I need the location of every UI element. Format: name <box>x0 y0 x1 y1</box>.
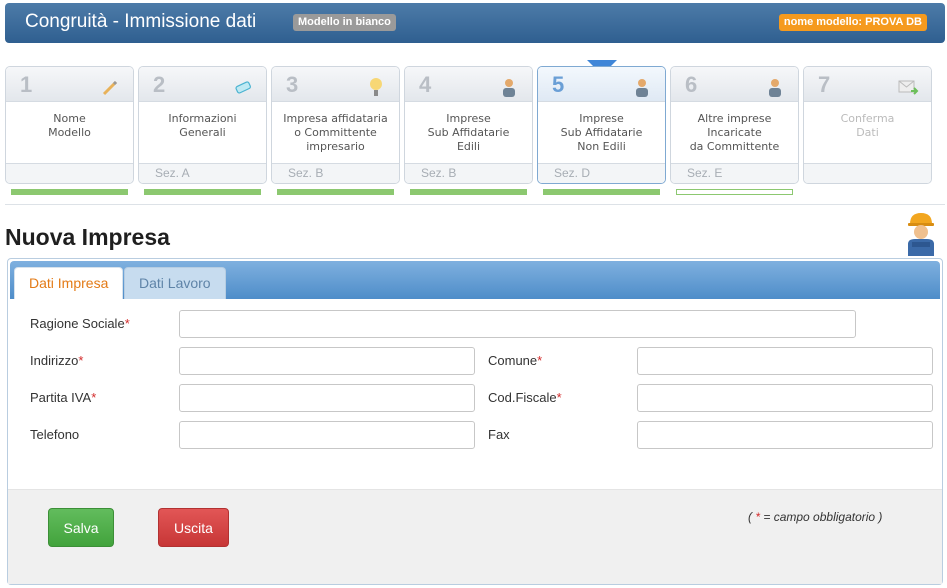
step-section: Sez. A <box>139 163 266 183</box>
page-title: Congruità - Immissione dati <box>25 11 257 32</box>
app-header: Congruità - Immissione dati Modello in b… <box>5 3 945 43</box>
step-1-progress-bar <box>11 189 128 195</box>
step-section <box>6 163 133 183</box>
step-7-conferma-dati[interactable]: 7 Conferma Dati <box>803 66 932 184</box>
step-5-sub-affidatarie-non-edili[interactable]: 5 Imprese Sub Affidatarie Non Edili Sez.… <box>537 66 666 184</box>
step-section: Sez. E <box>671 163 798 183</box>
envelope-arrow-icon <box>898 80 919 95</box>
step-label: Impresa affidataria o Committente impres… <box>283 112 388 153</box>
step-number: 5 <box>552 72 565 97</box>
save-button[interactable]: Salva <box>48 508 114 547</box>
telefono-label: Telefono <box>30 427 80 442</box>
indirizzo-input[interactable] <box>179 347 475 375</box>
form-panel: Dati Impresa Dati Lavoro Ragione Sociale… <box>7 258 943 585</box>
step-6-altre-imprese[interactable]: 6 Altre imprese Incaricate da Committent… <box>670 66 799 184</box>
step-label: Imprese Sub Affidatarie Edili <box>427 112 510 153</box>
ragione-sociale-label: Ragione Sociale* <box>30 316 130 331</box>
fax-label: Fax <box>488 427 510 442</box>
exit-button[interactable]: Uscita <box>158 508 229 547</box>
cod-fiscale-input[interactable] <box>637 384 933 412</box>
pencil-icon <box>102 80 118 96</box>
eraser-icon <box>235 81 251 94</box>
model-name-badge: nome modello: PROVA DB <box>778 14 927 31</box>
step-label: Imprese Sub Affidatarie Non Edili <box>560 112 643 153</box>
step-number: 6 <box>685 72 698 97</box>
step-section: Sez. D <box>538 163 665 183</box>
step-1-nome-modello[interactable]: 1 Nome Modello <box>5 66 134 184</box>
step-number: 2 <box>153 72 166 97</box>
step-number: 3 <box>286 72 299 97</box>
worker-icon <box>503 79 515 97</box>
step-number: 7 <box>818 72 831 97</box>
step-label: Altre imprese Incaricate da Committente <box>689 112 780 153</box>
form-footer: Salva Uscita ( * = campo obbligatorio ) <box>8 489 942 584</box>
step-2-progress-bar <box>144 189 261 195</box>
fax-input[interactable] <box>637 421 933 449</box>
comune-label: Comune* <box>488 353 543 368</box>
tab-dati-impresa[interactable]: Dati Impresa <box>14 267 124 299</box>
bulb-icon <box>370 78 382 96</box>
blank-model-badge: Modello in bianco <box>293 14 396 31</box>
worker-icon <box>636 79 648 97</box>
step-5-progress-bar <box>543 189 660 195</box>
step-label: Nome Modello <box>48 112 91 139</box>
step-6-progress-bar <box>676 189 793 195</box>
step-section: Sez. B <box>405 163 532 183</box>
step-section <box>804 163 931 183</box>
step-number: 1 <box>20 72 33 97</box>
tab-bar: Dati Impresa Dati Lavoro <box>10 261 940 299</box>
step-4-progress-bar <box>410 189 527 195</box>
divider <box>5 204 945 205</box>
step-label: Conferma Dati <box>840 112 895 139</box>
tab-dati-lavoro[interactable]: Dati Lavoro <box>124 267 226 299</box>
wizard-steps: 1 Nome Modello 2 Informazioni Generali S… <box>5 60 935 196</box>
worker-icon <box>769 79 781 97</box>
step-2-informazioni-generali[interactable]: 2 Informazioni Generali Sez. A <box>138 66 267 184</box>
partita-iva-label: Partita IVA* <box>30 390 97 405</box>
step-label: Informazioni Generali <box>168 112 237 139</box>
construction-worker-icon <box>908 213 934 256</box>
step-number: 4 <box>419 72 432 97</box>
ragione-sociale-input[interactable] <box>179 310 856 338</box>
required-field-note: ( * = campo obbligatorio ) <box>748 510 883 524</box>
cod-fiscale-label: Cod.Fiscale* <box>488 390 562 405</box>
step-section: Sez. B <box>272 163 399 183</box>
telefono-input[interactable] <box>179 421 475 449</box>
step-3-impresa-affidataria[interactable]: 3 Impresa affidataria o Committente impr… <box>271 66 400 184</box>
indirizzo-label: Indirizzo* <box>30 353 84 368</box>
section-title: Nuova Impresa <box>5 224 170 250</box>
comune-input[interactable] <box>637 347 933 375</box>
partita-iva-input[interactable] <box>179 384 475 412</box>
step-3-progress-bar <box>277 189 394 195</box>
step-4-sub-affidatarie-edili[interactable]: 4 Imprese Sub Affidatarie Edili Sez. B <box>404 66 533 184</box>
